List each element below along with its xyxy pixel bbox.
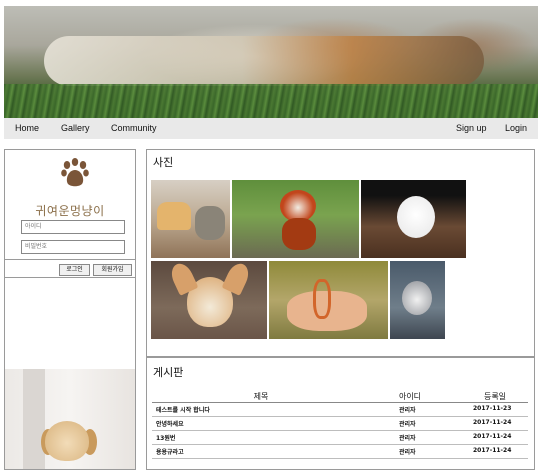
password-input[interactable]	[21, 240, 125, 254]
sidebar-divider	[5, 259, 135, 260]
post-title[interactable]: 테스트를 시작 합니다	[156, 405, 210, 414]
puppy-photo	[5, 369, 135, 469]
gallery-photo-sugar-glider[interactable]	[390, 261, 445, 339]
nav-signup-link[interactable]: Sign up	[456, 123, 487, 133]
table-row[interactable]: 용용규라고 관리자 2017-11-24	[152, 445, 528, 459]
board-section-title: 게시판	[153, 366, 184, 379]
nav-login-link[interactable]: Login	[505, 123, 527, 133]
top-navbar: Home Gallery Community Sign up Login	[4, 118, 538, 139]
column-header-title: 제목	[253, 392, 269, 401]
table-row[interactable]: 13원번 관리자 2017-11-24	[152, 431, 528, 445]
post-title[interactable]: 13원번	[156, 433, 175, 442]
nav-community-link[interactable]: Community	[111, 123, 157, 133]
post-title[interactable]: 용용규라고	[156, 447, 184, 456]
table-row[interactable]: 안녕하세요 관리자 2017-11-24	[152, 417, 528, 431]
post-author: 관리자	[399, 435, 416, 442]
paw-logo-icon	[61, 158, 89, 187]
photo-background	[23, 369, 45, 469]
photo-gallery-panel: 사진	[146, 149, 535, 357]
post-author: 관리자	[399, 421, 416, 428]
gallery-photo-fennec-fox[interactable]	[151, 261, 267, 339]
banner-grass	[4, 84, 538, 118]
post-date: 2017-11-23	[473, 405, 512, 412]
login-button[interactable]: 로그인	[59, 264, 90, 276]
gallery-photo-pomeranian[interactable]	[361, 180, 466, 258]
site-title: 귀여운멍냥이	[35, 204, 105, 218]
banner-animals	[44, 36, 484, 86]
gallery-photo-red-panda[interactable]	[232, 180, 359, 258]
bulletin-board-panel: 게시판 제목 아이디 등록일 테스트를 시작 합니다 관리자 2017-11-2…	[146, 357, 535, 470]
photo-section-title: 사진	[153, 156, 174, 169]
column-header-date: 등록일	[483, 392, 507, 401]
sidebar-divider	[5, 277, 135, 278]
table-row[interactable]: 테스트를 시작 합니다 관리자 2017-11-23	[152, 403, 528, 417]
post-date: 2017-11-24	[473, 447, 512, 454]
post-author: 관리자	[399, 449, 416, 456]
post-title[interactable]: 안녕하세요	[156, 419, 184, 428]
login-sidebar: 귀여운멍냥이 로그인 회원가입	[4, 149, 136, 470]
post-date: 2017-11-24	[473, 433, 512, 440]
post-author: 관리자	[399, 407, 416, 414]
gallery-photo-cat-bread[interactable]	[151, 180, 230, 258]
id-input[interactable]	[21, 220, 125, 234]
gallery-photo-snake-hands[interactable]	[269, 261, 388, 339]
post-date: 2017-11-24	[473, 419, 512, 426]
nav-gallery-link[interactable]: Gallery	[61, 123, 90, 133]
signup-button[interactable]: 회원가입	[93, 264, 132, 276]
nav-home-link[interactable]: Home	[15, 123, 39, 133]
puppy-head	[45, 421, 89, 461]
column-header-author: 아이디	[398, 392, 422, 401]
header-banner-image	[4, 6, 538, 118]
